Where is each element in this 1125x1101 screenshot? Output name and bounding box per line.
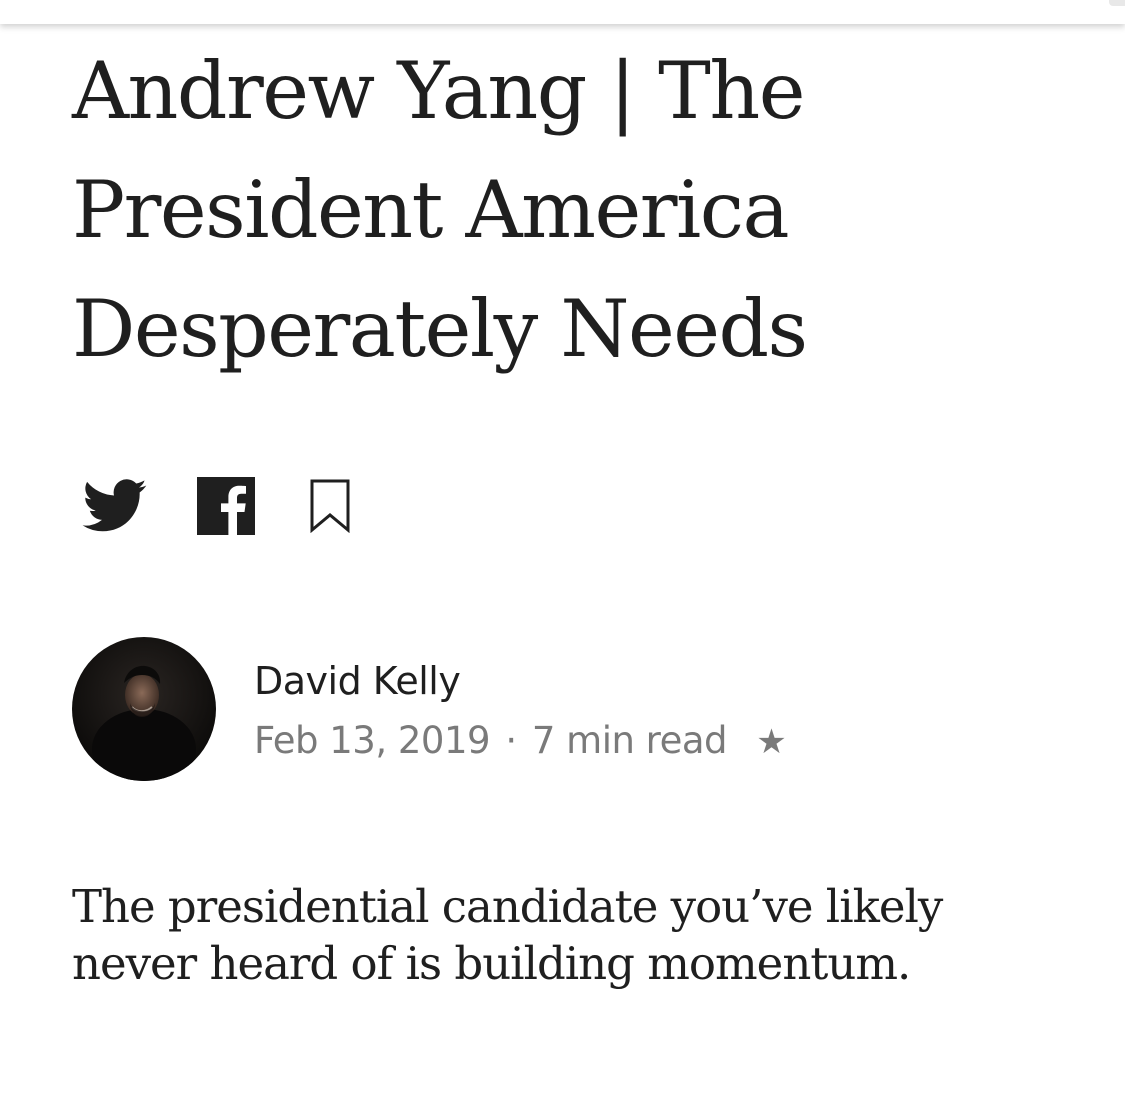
meta-separator: ·	[505, 719, 517, 762]
article-title: Andrew Yang | The President America Desp…	[72, 45, 808, 375]
facebook-icon	[197, 477, 255, 535]
post-meta: Feb 13, 2019 · 7 min read ★	[254, 717, 787, 766]
author-byline: David Kelly Feb 13, 2019 · 7 min read ★	[72, 637, 787, 783]
article-subtitle: The presidential candidate you’ve likely…	[72, 880, 943, 990]
author-meta: David Kelly Feb 13, 2019 · 7 min read ★	[254, 637, 787, 766]
read-time: 7 min read	[531, 719, 728, 762]
top-app-bar	[0, 0, 1125, 24]
publish-date: Feb 13, 2019	[254, 719, 491, 762]
twitter-share-button[interactable]	[80, 476, 150, 536]
author-avatar[interactable]	[72, 637, 216, 781]
bookmark-icon	[310, 479, 350, 533]
author-photo	[72, 637, 216, 781]
facebook-share-button[interactable]	[196, 476, 256, 536]
member-star-icon: ★	[756, 722, 787, 762]
twitter-icon	[82, 479, 147, 532]
author-name[interactable]: David Kelly	[254, 657, 786, 705]
scroll-indicator	[1109, 0, 1125, 6]
bookmark-button[interactable]	[308, 476, 352, 536]
share-bar	[80, 474, 352, 538]
